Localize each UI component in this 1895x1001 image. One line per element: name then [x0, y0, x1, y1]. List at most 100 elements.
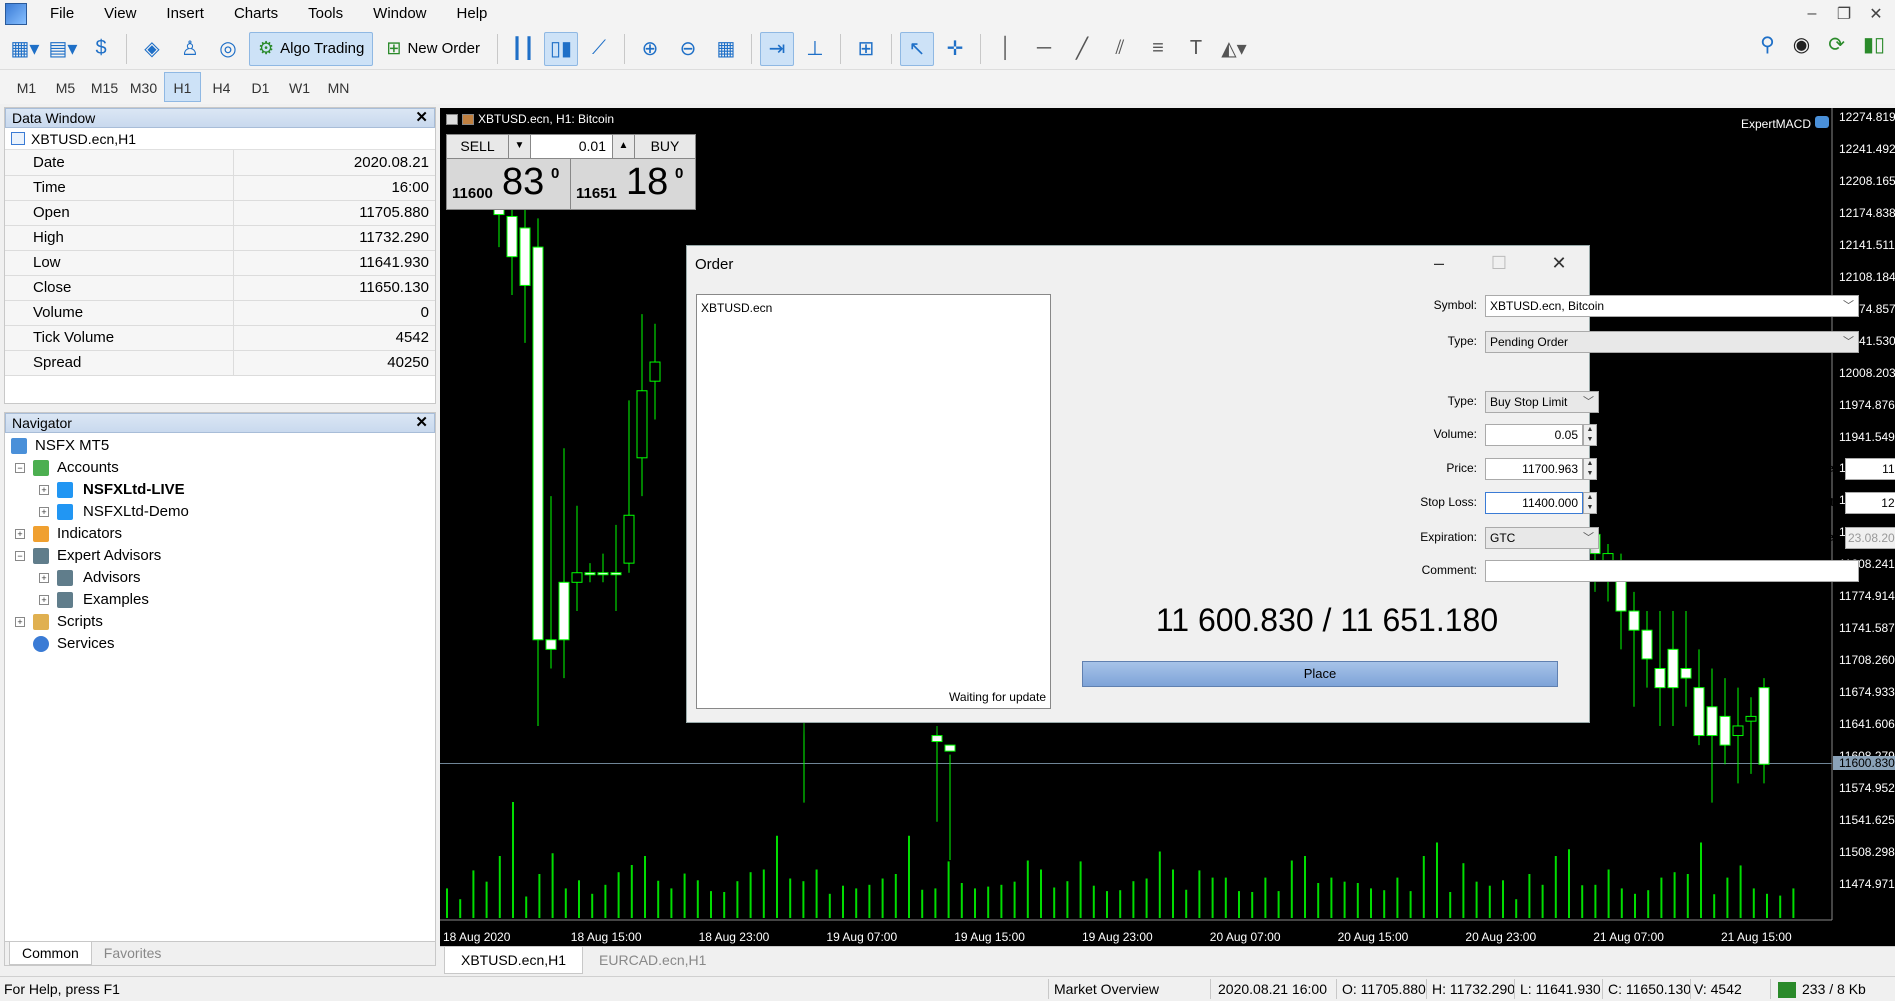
expiration-select[interactable]: GTC ﹀ [1485, 527, 1599, 549]
nav-expert-advisors[interactable]: − Expert Advisors [5, 545, 435, 567]
shapes-icon[interactable]: ◭▾ [1217, 32, 1251, 66]
nav-accounts[interactable]: − Accounts [5, 457, 435, 479]
menu-help[interactable]: Help [442, 0, 503, 28]
nav-account-demo[interactable]: + NSFXLtd-Demo [5, 501, 435, 523]
close-icon[interactable]: ✕ [415, 109, 428, 127]
stop-loss-label: Stop Loss: [1420, 495, 1477, 509]
close-icon[interactable]: ✕ [1865, 4, 1887, 24]
algo-trading-button[interactable]: ⚙ Algo Trading [249, 31, 374, 66]
tf-d1[interactable]: D1 [242, 72, 279, 102]
tf-m5[interactable]: M5 [47, 72, 84, 102]
chart-shift-icon[interactable]: ⊥ [798, 32, 832, 66]
tf-m30[interactable]: M30 [125, 72, 162, 102]
stop-loss-field[interactable]: 11400.000 [1485, 492, 1583, 514]
menu-view[interactable]: View [89, 0, 151, 28]
trendline-icon[interactable]: ╱ [1065, 32, 1099, 66]
tf-m15[interactable]: M15 [86, 72, 123, 102]
buy-button[interactable]: BUY [635, 135, 695, 158]
vps-icon[interactable]: ◎ [211, 32, 245, 66]
chart-tab-xbtusd[interactable]: XBTUSD.ecn,H1 [444, 947, 584, 974]
signals-icon[interactable]: ♙ [173, 32, 207, 66]
market-icon[interactable]: ◈ [135, 32, 169, 66]
zoom-in-icon[interactable]: ⊕ [633, 32, 667, 66]
tf-h4[interactable]: H4 [203, 72, 240, 102]
expand-icon[interactable]: + [39, 595, 49, 605]
connection-icon[interactable]: ⟳ [1828, 32, 1845, 57]
take-profit-field[interactable]: 12000.000 [1845, 492, 1895, 514]
menu-file[interactable]: File [35, 0, 89, 28]
expand-icon[interactable]: + [39, 485, 49, 495]
zoom-out-icon[interactable]: ⊖ [671, 32, 705, 66]
nav-advisors[interactable]: + Advisors [5, 567, 435, 589]
new-order-button[interactable]: ⊞ New Order [377, 32, 489, 66]
nav-indicators[interactable]: + Indicators [5, 523, 435, 545]
new-chart-icon[interactable]: ▦▾ [8, 32, 42, 66]
auto-scroll-icon[interactable]: ⇥ [760, 31, 794, 66]
search-icon[interactable]: ⚲ [1760, 32, 1775, 57]
tf-mn[interactable]: MN [320, 72, 357, 102]
restore-icon[interactable]: ❐ [1833, 4, 1855, 24]
price-spinner[interactable]: ▲ ▼ [1583, 458, 1597, 480]
text-icon[interactable]: T [1179, 32, 1213, 66]
chart-tab-eurcad[interactable]: EURCAD.ecn,H1 [583, 947, 722, 974]
expand-icon[interactable]: + [15, 529, 25, 539]
menu-insert[interactable]: Insert [151, 0, 219, 28]
indicators-icon[interactable]: ⊞ [849, 32, 883, 66]
status-market[interactable]: Market Overview [1054, 981, 1159, 997]
minimize-icon[interactable]: – [1409, 246, 1469, 280]
bar-chart-icon[interactable]: ┃┃ [506, 32, 540, 66]
order-type-select[interactable]: Pending Order ﹀ [1485, 331, 1859, 353]
maximize-icon[interactable]: ☐ [1469, 246, 1529, 280]
candlestick-icon[interactable]: ▯▮ [544, 31, 578, 66]
nav-examples[interactable]: + Examples [5, 589, 435, 611]
minimize-icon[interactable]: – [1801, 4, 1823, 24]
profiles-icon[interactable]: ▤▾ [46, 32, 80, 66]
horizontal-line-icon[interactable]: ─ [1027, 32, 1061, 66]
collapse-icon[interactable]: − [15, 463, 25, 473]
data-window-key: Spread [5, 350, 234, 376]
sell-button[interactable]: SELL [447, 135, 509, 158]
volume-input[interactable]: 0.01 [531, 135, 613, 158]
tab-favorites[interactable]: Favorites [92, 942, 174, 965]
stop-limit-field[interactable]: 11650.000 [1845, 458, 1895, 480]
expand-icon[interactable]: + [39, 507, 49, 517]
market-watch-icon[interactable]: $ [84, 32, 118, 66]
account-icon[interactable]: ◉ [1793, 32, 1810, 57]
pending-type-select[interactable]: Buy Stop Limit ﹀ [1485, 391, 1599, 413]
nav-services[interactable]: Services [5, 633, 435, 655]
expert-advisor-label[interactable]: ExpertMACD [1741, 116, 1829, 131]
volume-spinner[interactable]: ▲ ▼ [1583, 424, 1597, 446]
price-field[interactable]: 11700.963 [1485, 458, 1583, 480]
expand-icon[interactable]: + [15, 617, 25, 627]
expand-icon[interactable]: + [39, 573, 49, 583]
volume-up-icon[interactable]: ▲ [613, 135, 635, 158]
crosshair-icon[interactable]: ✛ [938, 32, 972, 66]
tf-h1[interactable]: H1 [164, 72, 201, 102]
line-chart-icon[interactable]: ⟋ [582, 32, 616, 66]
symbol-select[interactable]: XBTUSD.ecn, Bitcoin ﹀ [1485, 295, 1859, 317]
tf-m1[interactable]: M1 [8, 72, 45, 102]
menu-tools[interactable]: Tools [293, 0, 358, 28]
collapse-icon[interactable]: − [15, 551, 25, 561]
nav-account-live[interactable]: + NSFXLtd-LIVE [5, 479, 435, 501]
tile-windows-icon[interactable]: ▦ [709, 32, 743, 66]
menu-charts[interactable]: Charts [219, 0, 293, 28]
vertical-line-icon[interactable]: │ [989, 32, 1023, 66]
nav-scripts[interactable]: + Scripts [5, 611, 435, 633]
close-icon[interactable]: ✕ [1529, 246, 1589, 280]
volume-field[interactable]: 0.05 [1485, 424, 1583, 446]
nav-root[interactable]: NSFX MT5 [5, 435, 435, 457]
place-button[interactable]: Place [1082, 661, 1558, 687]
buy-price[interactable]: 11651 18 0 [571, 159, 695, 209]
menu-window[interactable]: Window [358, 0, 441, 28]
stop-loss-spinner[interactable]: ▲ ▼ [1583, 492, 1597, 514]
channel-icon[interactable]: ⫽ [1103, 32, 1137, 66]
cursor-icon[interactable]: ↖ [900, 31, 934, 66]
close-icon[interactable]: ✕ [415, 414, 428, 432]
tf-w1[interactable]: W1 [281, 72, 318, 102]
tab-common[interactable]: Common [9, 942, 92, 965]
comment-field[interactable] [1485, 560, 1859, 582]
fibonacci-icon[interactable]: ≡ [1141, 32, 1175, 66]
volume-down-icon[interactable]: ▼ [509, 135, 531, 158]
sell-price[interactable]: 11600 83 0 [447, 159, 571, 209]
